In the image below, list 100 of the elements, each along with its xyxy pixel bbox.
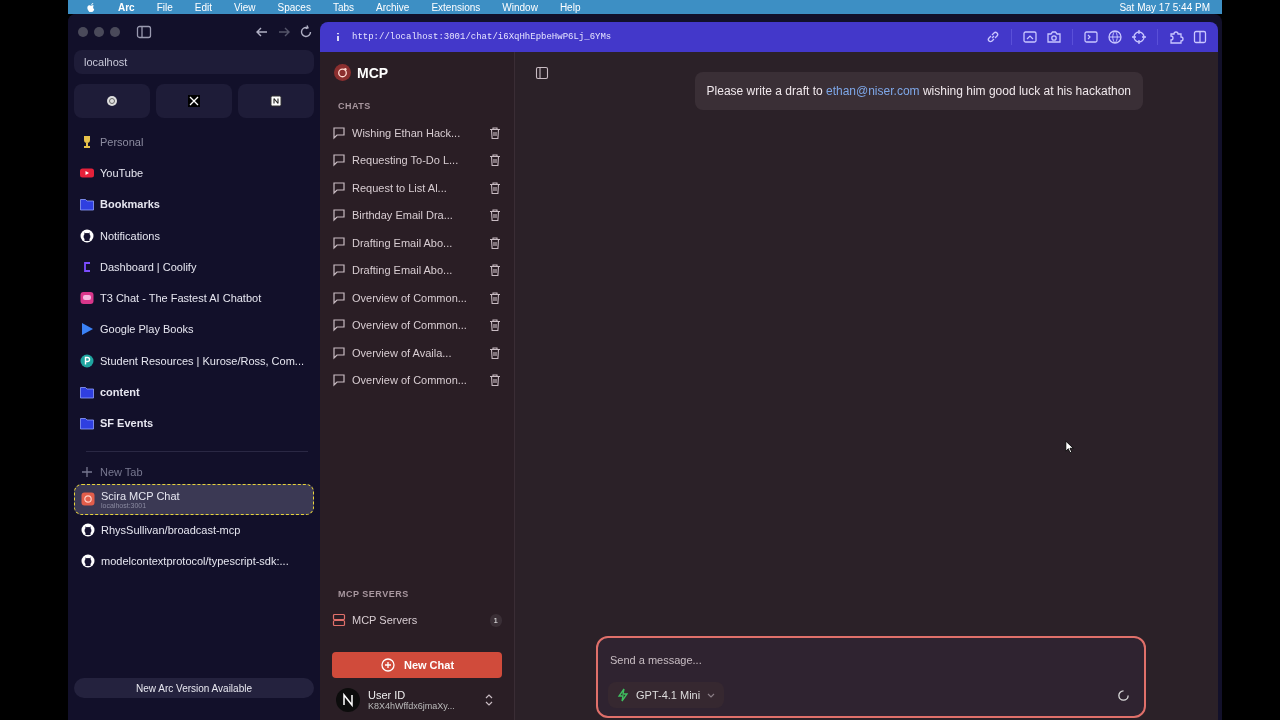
chat-item[interactable]: Birthday Email Dra... xyxy=(352,209,482,222)
trash-icon[interactable] xyxy=(488,180,502,195)
chat-item[interactable]: Drafting Email Abo... xyxy=(352,264,482,277)
menu-item[interactable]: Extensions xyxy=(431,1,481,13)
camera-icon[interactable] xyxy=(1046,29,1062,45)
apple-icon[interactable] xyxy=(86,1,96,13)
menu-item[interactable]: Help xyxy=(559,1,581,13)
github-icon xyxy=(80,228,94,243)
sidebar-item[interactable]: Bookmarks xyxy=(74,188,314,220)
sidebar-toggle-icon[interactable] xyxy=(535,66,549,80)
chat-bubble-icon xyxy=(332,125,346,140)
chat-bubble-icon xyxy=(332,235,346,250)
server-icon xyxy=(332,613,346,628)
sidebar-item[interactable]: content xyxy=(74,376,314,408)
sidebar-item[interactable]: Personal xyxy=(74,126,314,158)
chat-bubble-icon xyxy=(332,373,346,388)
sidebar-item[interactable]: SF Events xyxy=(74,407,314,439)
menu-item[interactable]: Tabs xyxy=(332,1,355,13)
chat-item[interactable]: Overview of Common... xyxy=(352,291,482,304)
mouse-pointer-icon xyxy=(1065,440,1075,454)
split-view-icon[interactable] xyxy=(1192,29,1208,45)
trash-icon[interactable] xyxy=(488,208,502,223)
sidebar-item[interactable]: Google Play Books xyxy=(74,313,314,346)
sidebar-item[interactable]: Notifications xyxy=(74,219,314,252)
crosshair-icon[interactable] xyxy=(1131,29,1147,45)
github-icon xyxy=(81,554,95,569)
email-link[interactable]: ethan@niser.com xyxy=(826,84,920,98)
menu-item[interactable]: Edit xyxy=(194,1,213,13)
menu-item[interactable]: File xyxy=(156,1,173,13)
chat-item[interactable]: Overview of Common... xyxy=(352,374,482,387)
address-field[interactable]: localhost xyxy=(74,50,314,74)
globe-icon[interactable] xyxy=(1107,29,1123,45)
p-circle-icon xyxy=(80,353,94,368)
trash-icon[interactable] xyxy=(488,373,502,388)
count-badge: 1 xyxy=(489,613,502,627)
chat-item[interactable]: Wishing Ethan Hack... xyxy=(352,126,482,139)
trash-icon[interactable] xyxy=(488,235,502,250)
pinned-tab[interactable] xyxy=(238,84,314,118)
model-selector[interactable]: GPT-4.1 Mini xyxy=(608,682,725,708)
new-chat-button[interactable]: New Chat xyxy=(332,652,502,678)
menu-app-name[interactable]: Arc xyxy=(118,1,135,13)
chat-bubble-icon xyxy=(332,318,346,333)
chat-bubble-icon xyxy=(332,290,346,305)
servers-item[interactable]: MCP Servers xyxy=(352,614,484,627)
folder-icon xyxy=(80,385,94,399)
trash-icon[interactable] xyxy=(488,263,502,278)
puzzle-icon[interactable] xyxy=(1168,29,1184,45)
loading-icon xyxy=(1117,688,1130,702)
new-tab-button[interactable]: New Tab xyxy=(74,459,314,484)
chat-item[interactable]: Overview of Availa... xyxy=(352,346,482,359)
x-logo-icon xyxy=(188,95,200,107)
trash-icon[interactable] xyxy=(488,153,502,168)
user-id: K8X4hWffdx6jmaXy... xyxy=(368,701,456,712)
menu-item[interactable]: View xyxy=(234,1,256,13)
chat-item[interactable]: Drafting Email Abo... xyxy=(352,236,482,249)
sidebar-item[interactable]: Student Resources | Kurose/Ross, Com... xyxy=(74,345,314,377)
trash-icon[interactable] xyxy=(488,345,502,360)
user-message: Please write a draft to ethan@niser.com wishing him good luck at his hackathon xyxy=(694,72,1143,110)
menu-item[interactable]: Window xyxy=(502,1,538,13)
trash-icon[interactable] xyxy=(488,290,502,305)
trash-icon[interactable] xyxy=(488,318,502,333)
chat-item[interactable]: Requesting To-Do L... xyxy=(352,154,482,167)
sidebar-toggle-icon[interactable] xyxy=(136,24,152,40)
chat-bubble-icon xyxy=(80,291,94,306)
avatar-icon xyxy=(336,688,360,712)
sidebar-item[interactable]: T3 Chat - The Fastest AI Chatbot xyxy=(74,282,314,314)
user-menu[interactable]: User ID K8X4hWffdx6jmaXy... xyxy=(332,686,502,714)
reload-icon[interactable] xyxy=(298,24,314,40)
chat-bubble-icon xyxy=(332,345,346,360)
sidebar-item[interactable]: YouTube xyxy=(74,157,314,189)
user-name: User ID xyxy=(368,688,407,702)
n-logo-icon xyxy=(270,95,282,107)
chat-bubble-icon xyxy=(332,263,346,278)
pinned-tab[interactable] xyxy=(74,84,150,118)
terminal-icon[interactable] xyxy=(1083,29,1099,45)
sidebar-item[interactable]: Dashboard | Coolify xyxy=(74,251,314,283)
app-logo-icon xyxy=(81,492,95,507)
aperture-icon xyxy=(106,95,118,107)
url-text[interactable]: http://localhost:3001/chat/i6XqHhEpbeHwP6Lj_6YMs xyxy=(352,32,612,42)
section-heading: CHATS xyxy=(337,101,372,111)
chat-bubble-icon xyxy=(332,180,346,195)
message-input[interactable]: Send a message... xyxy=(608,653,1138,667)
github-icon xyxy=(81,523,95,538)
browser-tab[interactable]: modelcontextprotocol/typescript-sdk:... xyxy=(74,545,314,577)
menu-item[interactable]: Archive xyxy=(376,1,410,13)
menu-clock: Sat May 17 5:44 PM xyxy=(1119,1,1210,13)
link-icon[interactable] xyxy=(985,29,1001,45)
chat-item[interactable]: Overview of Common... xyxy=(352,319,482,332)
screenshot-icon[interactable] xyxy=(1022,29,1038,45)
play-triangle-icon xyxy=(80,322,94,337)
update-banner[interactable]: New Arc Version Available xyxy=(74,678,314,698)
trash-icon[interactable] xyxy=(488,125,502,140)
chat-bubble-icon xyxy=(332,208,346,223)
chat-item[interactable]: Request to List Al... xyxy=(352,181,482,194)
section-heading: MCP SERVERS xyxy=(337,588,410,599)
app-logo-icon xyxy=(334,64,351,81)
chat-bubble-icon xyxy=(332,153,346,168)
menu-item[interactable]: Spaces xyxy=(277,1,311,13)
browser-tab[interactable]: RhysSullivan/broadcast-mcp xyxy=(74,514,314,546)
plus-icon xyxy=(80,464,94,479)
